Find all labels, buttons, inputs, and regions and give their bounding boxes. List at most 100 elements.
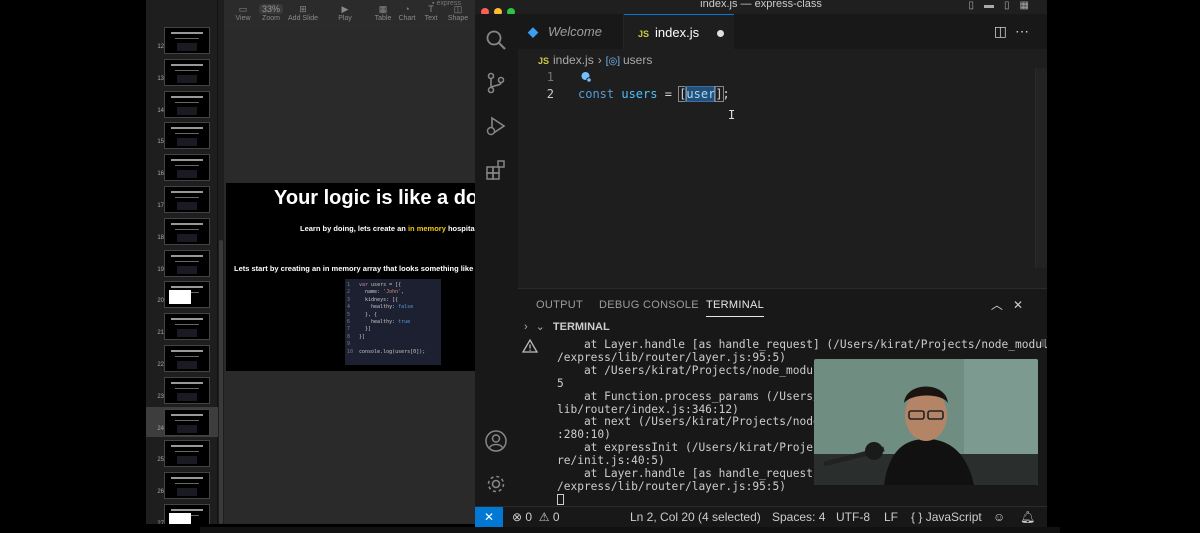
remote-indicator[interactable]: ✕ [475,507,503,527]
slide-number: 27 [157,521,164,524]
toggle-panel-icon[interactable]: ▬ [984,0,1004,11]
toggle-sidebar-icon[interactable]: ▯ [969,0,985,11]
accounts-icon[interactable] [484,429,508,453]
lightbulb-icon[interactable] [580,71,592,83]
run-debug-icon[interactable] [484,114,508,138]
chart-button[interactable]: ◔ Chart [396,0,418,30]
slide-thumbnail[interactable]: 12 [146,25,218,55]
slide-thumbnail-preview [164,122,210,150]
more-actions-icon[interactable]: ⋯ [1015,23,1037,39]
customize-layout-icon[interactable]: ▦ [1020,0,1039,11]
slide-code-line: 4 healthy: false [347,304,414,311]
slide-thumbnail[interactable]: 18 [146,216,218,246]
encoding[interactable]: UTF-8 [836,507,870,527]
slide-thumbnail-preview [164,90,210,118]
breadcrumb-symbol[interactable]: users [623,53,652,67]
screen: 12 13 14 15 16 17 18 19 20 21 22 23 24 25 26 27 ▭ View … [0,0,1200,533]
indentation[interactable]: Spaces: 4 [772,507,825,527]
toggle-secondary-sidebar-icon[interactable]: ▯ [1004,0,1020,11]
slide-thumbnail[interactable]: 13 [146,57,218,87]
slide-thumbnail[interactable]: 25 [146,438,218,468]
slide-thumbnail[interactable]: 26 [146,470,218,500]
tab-output[interactable]: OUTPUT [536,293,583,317]
braces-icon: { } [911,510,923,524]
chevron-down-icon[interactable]: ⌄ [536,321,545,333]
slide-thumbnail[interactable]: 16 [146,152,218,182]
slide-thumbnail[interactable]: 21 [146,311,218,341]
slide-thumbnail[interactable]: 24 [146,406,218,437]
slide-thumbnail-preview [164,313,210,341]
play-icon: ▶ [341,4,349,14]
code-editor[interactable]: 1 2 const users = [user]; I [518,68,1047,268]
layout-controls[interactable]: ▯▬▯▦ [969,0,1039,11]
slide-number: 26 [157,489,164,496]
slide-number: 13 [157,75,164,82]
editor-scrollbar[interactable] [1035,68,1047,268]
current-slide[interactable]: Your logic is like a doc Learn by doing,… [226,183,476,371]
view-button[interactable]: ▭ View [232,0,254,30]
terminal-header[interactable]: › ⌄ TERMINAL [524,320,610,333]
notifications-bell-icon[interactable]: 🔔︎ [1020,507,1035,527]
slide-code-line: 8}] [347,333,366,340]
slide-thumbnail[interactable]: 27 [146,502,218,524]
tab-debug-console[interactable]: DEBUG CONSOLE [599,293,699,317]
tab-terminal[interactable]: TERMINAL [706,293,765,317]
language-mode[interactable]: { } JavaScript [911,507,982,527]
slide-thumbnail-preview [164,472,210,500]
table-button[interactable]: ▦ Table [372,0,394,30]
slide-code-line: 7 }] [347,326,372,333]
slide-title: Your logic is like a doc [274,187,476,209]
search-icon[interactable] [484,28,508,52]
unsaved-dot-icon[interactable] [717,30,724,37]
slide-thumbnail[interactable]: 15 [146,120,218,150]
tab-welcome[interactable]: ◆ Welcome [518,14,624,49]
slide-thumbnail[interactable]: 17 [146,184,218,214]
extensions-icon[interactable] [484,158,508,182]
slide-thumbnail-preview [164,440,210,468]
chevron-right-icon[interactable]: › [524,321,528,333]
end-of-line[interactable]: LF [884,507,898,527]
play-button[interactable]: ▶ Play [334,0,356,30]
chart-icon: ◔ [404,4,410,14]
error-icon: ⊗ [512,510,523,524]
slide-number: 23 [157,393,164,400]
terminal-scrollbar[interactable] [1041,339,1045,347]
slide-thumbnail[interactable]: 22 [146,343,218,373]
navigator-scrollbar[interactable] [219,240,223,524]
terminal-cursor [557,493,564,505]
slide-code-line: 6 healthy: true [347,319,411,326]
slide-thumbnail[interactable]: 19 [146,248,218,278]
terminal-line: at Layer.handle [as handle_request] (/Us… [557,339,1047,351]
feedback-icon[interactable]: ☺ [993,507,1005,527]
maximize-panel-icon[interactable]: ︿ [991,298,1013,312]
slide-code-line: 10 console.log(users[0]); [347,348,426,355]
add-slide-button[interactable]: ⊞ Add Slide [288,0,318,30]
source-control-icon[interactable] [484,71,508,95]
close-panel-icon[interactable]: ✕ [1013,298,1033,312]
text-cursor-icon: I [728,108,736,122]
zoom-button[interactable]: 33% Zoom [258,0,284,30]
dock-edge [200,527,1060,533]
slide-code-line: 9 [347,341,351,348]
webcam-overlay [814,359,1038,485]
javascript-file-icon: JS [638,29,650,39]
warning-icon[interactable] [522,338,538,354]
slide-thumbnail-preview [164,408,210,436]
cursor-position[interactable]: Ln 2, Col 20 (4 selected) [630,507,761,527]
problems-indicator[interactable]: ⊗ 0 ⚠ 0 [512,507,560,527]
slide-thumbnail-preview [164,504,210,524]
split-editor-icon[interactable]: ◫ [994,23,1015,39]
breadcrumb-file[interactable]: index.js [553,53,594,67]
chevron-right-icon: › [597,53,602,67]
line-number: 2 [546,87,554,101]
slide-navigator[interactable]: 12 13 14 15 16 17 18 19 20 21 22 23 24 25 26 27 [146,0,218,524]
slide-thumbnail[interactable]: 20 [146,279,218,309]
slide-number: 12 [157,44,164,50]
tab-index-js[interactable]: JS index.js [624,14,734,49]
slide-thumbnail[interactable]: 14 [146,89,218,119]
slide-thumbnail[interactable]: 23 [146,375,218,405]
window-title: index.js — express-class [700,0,822,10]
manage-gear-icon[interactable] [484,472,508,496]
slide-thumbnail-preview [164,27,210,54]
slide-thumbnail-preview [164,281,210,309]
